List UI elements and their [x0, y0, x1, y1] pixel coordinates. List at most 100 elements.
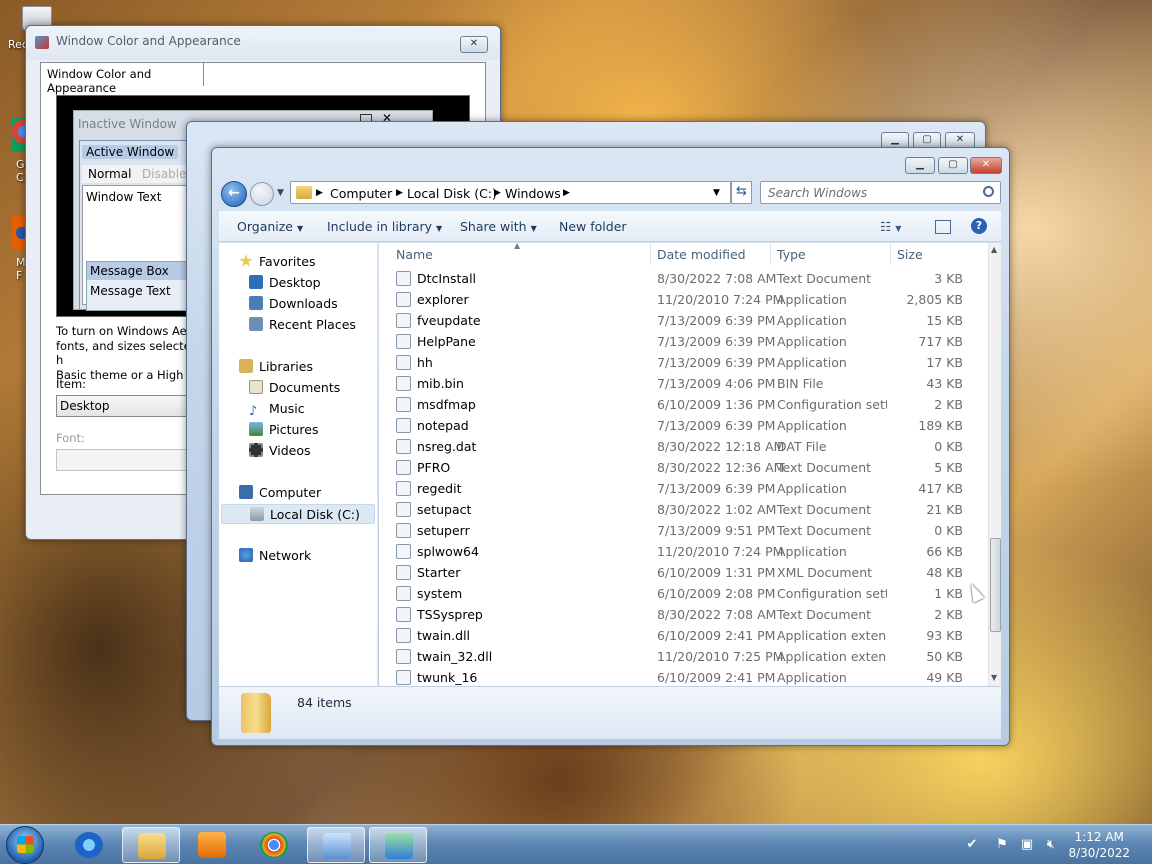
libraries-icon: [239, 359, 253, 373]
file-row[interactable]: setupact 8/30/2022 1:02 AM Text Document 21…: [379, 499, 988, 520]
documents-icon: [249, 380, 263, 394]
scroll-thumb[interactable]: [990, 538, 1001, 632]
start-button[interactable]: [6, 826, 44, 864]
file-icon: [396, 544, 411, 559]
forward-button[interactable]: [250, 182, 274, 206]
taskbar-media-player[interactable]: [183, 827, 241, 863]
nav-computer[interactable]: Computer: [239, 483, 321, 503]
taskbar-chrome[interactable]: [245, 827, 303, 863]
close-button[interactable]: ✕: [970, 157, 1002, 174]
network-tray-icon[interactable]: ▣: [1019, 837, 1035, 853]
taskbar-ie[interactable]: [60, 827, 118, 863]
file-row[interactable]: hh 7/13/2009 6:39 PM Application 17 KB: [379, 352, 988, 373]
preview-pane-icon[interactable]: [935, 220, 951, 234]
navigation-pane: Favorites Desktop Downloads Recent Place…: [219, 243, 378, 686]
address-bar[interactable]: ▶ Computer ▶ Local Disk (C:) ▶ Windows ▶…: [290, 181, 731, 204]
file-size: 93 KB: [926, 628, 963, 643]
dialog-close-button[interactable]: ✕: [460, 36, 488, 53]
scroll-up-icon[interactable]: ▲: [991, 245, 997, 254]
aero-info-text: To turn on Windows Aero fonts, and sizes…: [56, 324, 206, 382]
file-icon: [396, 418, 411, 433]
file-row[interactable]: splwow64 11/20/2010 7:24 PM Application 66 …: [379, 541, 988, 562]
search-input[interactable]: Search Windows: [760, 181, 1001, 204]
file-type: Text Document: [777, 523, 872, 538]
include-in-library-button[interactable]: Include in library ▼: [327, 219, 442, 234]
tab-window-color-appearance[interactable]: Window Color and Appearance: [40, 62, 204, 95]
back-button[interactable]: ←: [221, 181, 247, 207]
file-row[interactable]: HelpPane 7/13/2009 6:39 PM Application 717 …: [379, 331, 988, 352]
file-row[interactable]: nsreg.dat 8/30/2022 12:18 AM DAT File 0 KB: [379, 436, 988, 457]
nav-pictures[interactable]: Pictures: [249, 420, 319, 440]
nav-videos[interactable]: Videos: [249, 441, 311, 461]
address-dropdown-icon[interactable]: ▼: [713, 188, 720, 198]
file-row[interactable]: TSSysprep 8/30/2022 7:08 AM Text Document 2…: [379, 604, 988, 625]
column-name-header[interactable]: Name: [396, 247, 433, 262]
file-row[interactable]: DtcInstall 8/30/2022 7:08 AM Text Document…: [379, 268, 988, 289]
minimize-button[interactable]: ▁: [905, 157, 935, 174]
computer-icon: [239, 485, 253, 499]
file-row[interactable]: regedit 7/13/2009 6:39 PM Application 417 K…: [379, 478, 988, 499]
file-row[interactable]: explorer 11/20/2010 7:24 PM Application 2,8…: [379, 289, 988, 310]
nav-music[interactable]: ♪ Music: [249, 399, 305, 419]
file-row[interactable]: fveupdate 7/13/2009 6:39 PM Application 15 …: [379, 310, 988, 331]
file-row[interactable]: Starter 6/10/2009 1:31 PM XML Document 48 K…: [379, 562, 988, 583]
column-type-header[interactable]: Type: [777, 247, 806, 262]
font-label: Font:: [56, 431, 85, 445]
recent-pages-chevron-icon[interactable]: ▼: [277, 188, 284, 198]
breadcrumb-computer[interactable]: Computer: [330, 186, 392, 201]
volume-muted-icon[interactable]: 🔇︎: [1043, 837, 1059, 853]
help-icon[interactable]: ?: [971, 218, 987, 234]
include-label: Include in library: [327, 219, 433, 234]
file-row[interactable]: notepad 7/13/2009 6:39 PM Application 189 K…: [379, 415, 988, 436]
internet-explorer-icon: [75, 832, 103, 858]
organize-button[interactable]: Organize ▼: [237, 219, 303, 234]
file-row[interactable]: twain_32.dll 11/20/2010 7:25 PM Applicatio…: [379, 646, 988, 667]
column-size-header[interactable]: Size: [897, 247, 923, 262]
maximize-button[interactable]: ▢: [938, 157, 968, 174]
file-icon: [396, 502, 411, 517]
clock-date: 8/30/2022: [1068, 846, 1130, 860]
file-row[interactable]: twain.dll 6/10/2009 2:41 PM Application ex…: [379, 625, 988, 646]
nav-recent-places[interactable]: Recent Places: [249, 315, 356, 335]
nav-libraries[interactable]: Libraries: [239, 357, 313, 377]
file-icon: [396, 292, 411, 307]
file-row[interactable]: PFRO 8/30/2022 12:36 AM Text Document 5 KB: [379, 457, 988, 478]
file-type: Text Document: [777, 502, 872, 517]
file-row[interactable]: system 6/10/2009 2:08 PM Configuration set…: [379, 583, 988, 604]
file-name: hh: [417, 355, 433, 370]
file-row[interactable]: setuperr 7/13/2009 9:51 PM Text Document 0 …: [379, 520, 988, 541]
vertical-scrollbar[interactable]: ▲ ▼: [988, 243, 1001, 686]
breadcrumb-sep-icon: ▶: [316, 188, 323, 198]
taskbar-display-settings[interactable]: [369, 827, 427, 863]
file-name: twain_32.dll: [417, 649, 493, 664]
share-with-button[interactable]: Share with ▼: [460, 219, 537, 234]
nav-libraries-label: Libraries: [259, 359, 313, 374]
security-shield-icon[interactable]: ✔: [964, 837, 980, 853]
nav-local-disk[interactable]: Local Disk (C:): [221, 504, 375, 524]
breadcrumb-local-disk[interactable]: Local Disk (C:): [407, 186, 497, 201]
file-date: 8/30/2022 7:08 AM: [657, 607, 777, 622]
file-row[interactable]: mib.bin 7/13/2009 4:06 PM BIN File 43 KB: [379, 373, 988, 394]
item-select[interactable]: Desktop: [56, 395, 196, 417]
nav-documents[interactable]: Documents: [249, 378, 340, 398]
file-row[interactable]: twunk_16 6/10/2009 2:41 PM Application 49 K…: [379, 667, 988, 686]
nav-desktop[interactable]: Desktop: [249, 273, 321, 293]
file-icon: [396, 607, 411, 622]
column-date-header[interactable]: Date modified: [657, 247, 746, 262]
taskbar-explorer[interactable]: [122, 827, 180, 863]
font-select[interactable]: [56, 449, 196, 471]
clock[interactable]: 1:12 AM 8/30/2022: [1068, 829, 1130, 861]
scroll-down-icon[interactable]: ▼: [991, 673, 997, 682]
refresh-button[interactable]: ⇆: [731, 181, 752, 204]
breadcrumb-windows[interactable]: Windows: [505, 186, 561, 201]
nav-downloads[interactable]: Downloads: [249, 294, 338, 314]
new-folder-button[interactable]: New folder: [559, 219, 627, 234]
file-date: 8/30/2022 12:36 AM: [657, 460, 785, 475]
nav-network[interactable]: Network: [239, 546, 311, 566]
action-center-flag-icon[interactable]: ⚑: [994, 837, 1010, 853]
nav-favorites[interactable]: Favorites: [239, 252, 315, 272]
view-options-icon[interactable]: ☷ ▼: [880, 219, 901, 234]
taskbar-control-panel[interactable]: [307, 827, 365, 863]
file-size: 189 KB: [918, 418, 963, 433]
file-row[interactable]: msdfmap 6/10/2009 1:36 PM Configuration se…: [379, 394, 988, 415]
